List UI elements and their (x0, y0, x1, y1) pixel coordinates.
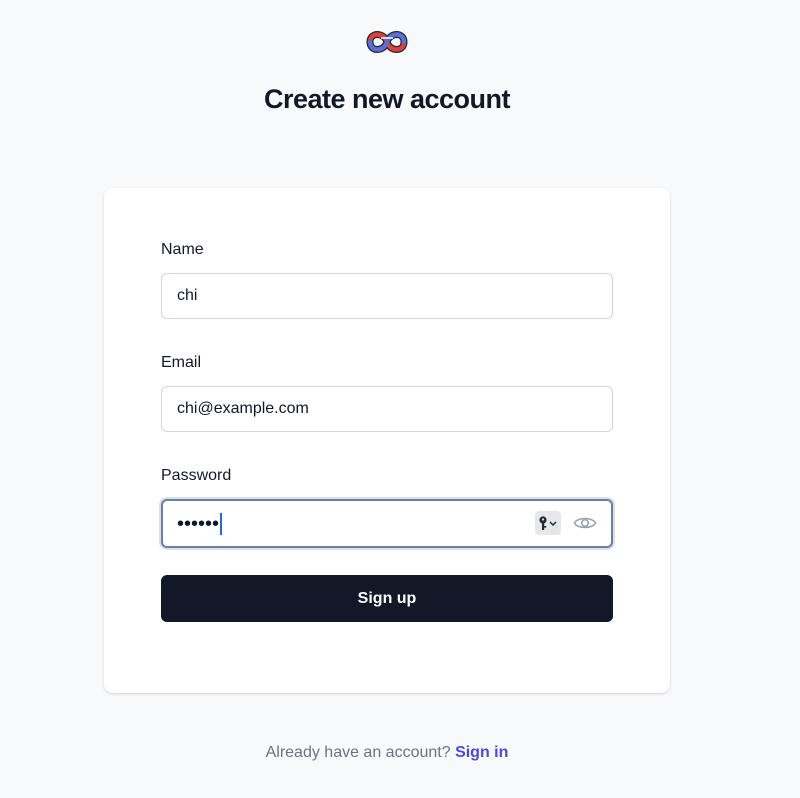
password-label: Password (161, 467, 232, 484)
email-field[interactable]: chi@example.com (161, 386, 613, 432)
page-title: Create new account (263, 84, 511, 114)
name-field[interactable]: chi (161, 273, 613, 319)
eye-icon[interactable] (573, 513, 597, 533)
password-field[interactable]: •••••• (161, 499, 613, 548)
sign-up-button[interactable]: Sign up (161, 575, 613, 622)
key-icon[interactable] (535, 511, 561, 535)
sign-in-prompt: Already have an account? Sign in (0, 744, 774, 762)
sign-in-prompt-text: Already have an account? (265, 744, 451, 761)
password-masked-value: •••••• (177, 512, 220, 535)
email-label: Email (161, 354, 202, 371)
email-field-value: chi@example.com (177, 400, 309, 417)
name-field-value: chi (177, 287, 198, 304)
text-caret (220, 512, 223, 535)
knot-logo-icon (366, 31, 408, 53)
signup-card: Name chi Email chi@example.com Password … (104, 188, 670, 693)
sign-in-link[interactable]: Sign in (455, 744, 508, 761)
name-label: Name (161, 241, 204, 258)
